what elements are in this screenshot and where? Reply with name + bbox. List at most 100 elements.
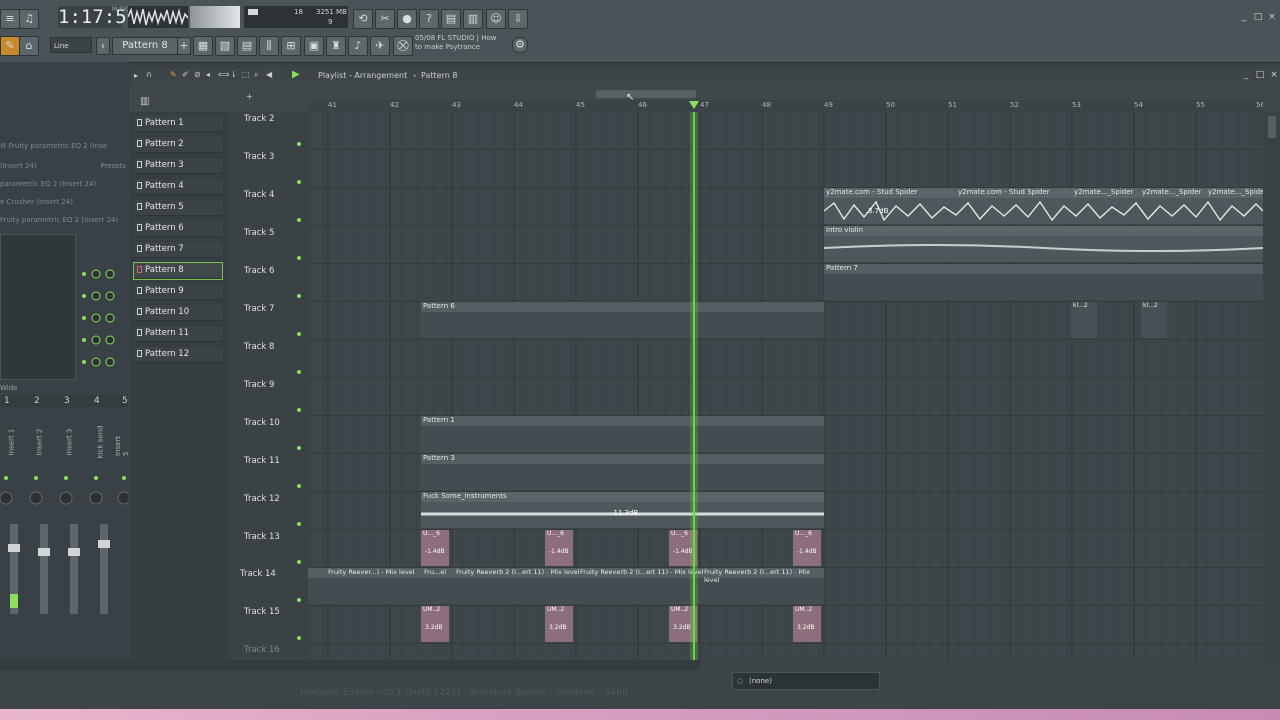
pattern-clip-3[interactable]: Pattern 3 (421, 454, 824, 490)
audio-clip-um2[interactable]: UM..2 3.2dB (545, 606, 573, 642)
microphone-icon[interactable]: ● (397, 9, 417, 29)
pattern-clip-7[interactable]: Pattern 7 (824, 264, 1263, 300)
channel-rack-icon[interactable]: ▤ (237, 36, 257, 56)
pattern-item-6[interactable]: Pattern 6 (134, 221, 222, 237)
playlist-icon[interactable]: ▦ (193, 36, 213, 56)
track-label-4[interactable]: Track 4 (244, 190, 274, 200)
playlist-minimize-icon[interactable]: _ (1240, 70, 1252, 80)
audio-clip-instruments[interactable]: Fuck Some_instruments -11.3dB (421, 492, 824, 528)
eq-graph[interactable] (0, 234, 76, 380)
horizontal-scrollbar[interactable] (596, 90, 696, 98)
tempo-icon[interactable]: ♪ (348, 36, 368, 56)
shop-icon[interactable]: ⛒ (393, 36, 413, 56)
master-volume-slider[interactable] (190, 6, 240, 28)
audio-clip-u6[interactable]: U..._6 -1.4dB (545, 530, 573, 566)
track-mute-dot[interactable] (297, 370, 301, 374)
track-label-8[interactable]: Track 8 (244, 342, 274, 352)
close-icon[interactable]: × (1266, 12, 1278, 22)
fx-slot-4[interactable]: e Crusher (Insert 24) (0, 194, 128, 210)
track-mute-dot[interactable] (297, 142, 301, 146)
playlist-maximize-icon[interactable]: □ (1254, 70, 1266, 80)
track-label-2[interactable]: Track 2 (244, 114, 274, 124)
pattern-selector[interactable]: Pattern 8 (112, 37, 178, 55)
pattern-item-5[interactable]: Pattern 5 (134, 200, 222, 216)
track-label-5[interactable]: Track 5 (244, 228, 274, 238)
browser-icon[interactable]: ⊞ (281, 36, 301, 56)
track-mute-dot[interactable] (297, 180, 301, 184)
pattern-item-1[interactable]: Pattern 1 (134, 116, 222, 132)
track-label-13[interactable]: Track 13 (244, 532, 280, 542)
track-label-15[interactable]: Track 15 (244, 607, 280, 617)
add-track-icon[interactable]: + (246, 92, 253, 101)
track-label-14[interactable]: Track 14 (240, 569, 276, 579)
pattern-item-11[interactable]: Pattern 11 (134, 326, 222, 342)
fx-slot-3[interactable]: parametric EQ 2 (Insert 24) (0, 176, 128, 192)
fx-slot-1[interactable]: ⚙ Fruity parametric EQ 2 (Inse (0, 138, 128, 154)
track-mute-dot[interactable] (297, 256, 301, 260)
playback-tool-icon[interactable]: ◀ (266, 70, 272, 79)
stamp-icon[interactable]: ⌂ (19, 36, 39, 56)
mixer-window-icon[interactable]: ⫼ (259, 36, 279, 56)
playlist-title-bar[interactable]: ▸ ∩ ✎ ✐ ⊘ ◂ ⟺ ⇂ ⬚ ⌕ ◀ ▶ Playlist - Arran… (130, 68, 1280, 85)
menu-icon[interactable]: ≡ (0, 9, 20, 29)
track-label-12[interactable]: Track 12 (244, 494, 280, 504)
track-mute-dot[interactable] (297, 522, 301, 526)
insert-4-label[interactable]: kick send (96, 426, 104, 459)
select-tool-icon[interactable]: ⬚ (242, 70, 250, 79)
insert-2-label[interactable]: Insert 2 (35, 429, 43, 456)
insert-3-label[interactable]: Insert 3 (65, 429, 73, 456)
plugin-icon[interactable]: ♜ (326, 36, 346, 56)
download-icon[interactable]: ⇩ (508, 9, 528, 29)
audio-clip-u6[interactable]: U..._6 -1.4dB (421, 530, 449, 566)
track-mute-dot[interactable] (297, 636, 301, 640)
slice-tool-icon[interactable]: ⇂ (230, 70, 237, 79)
track-label-9[interactable]: Track 9 (244, 380, 274, 390)
zoom-tool-icon[interactable]: ⌕ (254, 70, 258, 80)
fx-slot-5[interactable]: Fruity parametric EQ 2 (Insert 24) (0, 212, 128, 228)
help-icon[interactable]: ? (419, 9, 439, 29)
transport-mode-icon[interactable]: ♫ (19, 9, 39, 29)
track-label-16[interactable]: Track 16 (244, 645, 280, 655)
insert-1-label[interactable]: Insert 1 (7, 429, 15, 456)
pattern-item-7[interactable]: Pattern 7 (134, 242, 222, 258)
maximize-icon[interactable]: □ (1252, 12, 1264, 22)
timeline-ruler[interactable]: 41 42 43 44 45 46 47 48 49 50 51 52 53 5… (308, 100, 1263, 112)
snap-selector[interactable]: Line (50, 37, 92, 53)
undo-icon[interactable]: ⟲ (353, 9, 373, 29)
track-label-7[interactable]: Track 7 (244, 304, 274, 314)
audio-clip-um2[interactable]: UM..2 3.2dB (793, 606, 821, 642)
mixer-icon[interactable]: ▥ (463, 9, 483, 29)
track-label-6[interactable]: Track 6 (244, 266, 274, 276)
draw-tool-icon[interactable]: ✎ (170, 70, 177, 79)
track-mute-dot[interactable] (297, 332, 301, 336)
pattern-item-8[interactable]: Pattern 8 (133, 262, 223, 280)
fx-slot-2[interactable]: (Insert 24) Presets (0, 158, 128, 174)
add-pattern-icon[interactable]: + (177, 37, 191, 55)
paint-tool-icon[interactable]: ✐ (182, 70, 189, 79)
playlist-arrow-icon[interactable]: ▸ (134, 71, 138, 80)
scroll-thumb[interactable] (1268, 116, 1276, 138)
audio-clip-u6[interactable]: U..._6 -1.4dB (793, 530, 821, 566)
track-mute-dot[interactable] (297, 560, 301, 564)
audio-clip-kl2[interactable]: kl...2 (1071, 302, 1097, 338)
pattern-clip-1[interactable]: Pattern 1 (421, 416, 824, 452)
prev-pattern-icon[interactable]: ‹ (96, 37, 110, 55)
news-panel[interactable]: 05/08 FL STUDIO | How to make Psytrance (415, 34, 515, 56)
track-label-10[interactable]: Track 10 (244, 418, 280, 428)
playhead-line[interactable] (693, 112, 695, 660)
magnet-icon[interactable]: ∩ (146, 70, 152, 79)
slip-tool-icon[interactable]: ⟺ (218, 70, 229, 79)
pattern-clip-6[interactable]: Pattern 6 (421, 302, 824, 338)
pattern-item-4[interactable]: Pattern 4 (134, 179, 222, 195)
playhead-marker-icon[interactable] (689, 101, 699, 109)
audio-clip-um2[interactable]: UM..2 3.2dB (421, 606, 449, 642)
pattern-item-3[interactable]: Pattern 3 (134, 158, 222, 174)
track-mute-dot[interactable] (297, 408, 301, 412)
track-label-3[interactable]: Track 3 (244, 152, 274, 162)
automation-clip-reverb[interactable]: Fruity Reever...) - Mix level Fru...el F… (308, 568, 824, 604)
play-icon[interactable]: ▶ (292, 69, 300, 80)
tools-icon[interactable]: ✈ (370, 36, 390, 56)
chat-icon[interactable]: ☺ (486, 9, 506, 29)
save-icon[interactable]: ▤ (441, 9, 461, 29)
playlist-grid[interactable]: y2mate.com - Stud Spider y2mate.com - St… (308, 112, 1263, 660)
